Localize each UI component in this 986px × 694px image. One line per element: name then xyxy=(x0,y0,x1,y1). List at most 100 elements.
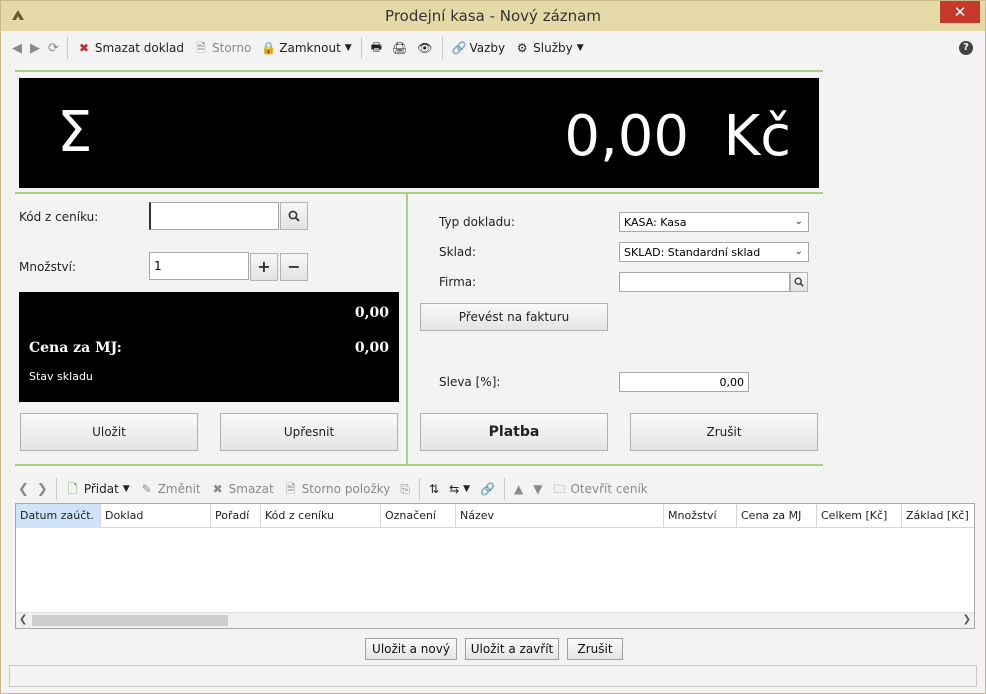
code-input[interactable] xyxy=(149,202,279,230)
back-arrow-icon[interactable]: ◀ xyxy=(9,41,25,56)
delete-item-button[interactable]: ✖ Smazat xyxy=(207,477,278,501)
price-display: 0,00 Cena za MJ: 0,00 Stav skladu xyxy=(19,292,399,402)
increment-button[interactable]: + xyxy=(250,253,278,281)
items-table[interactable]: Datum zaúčt. Doklad Pořadí Kód z ceníku … xyxy=(15,503,975,629)
toolbar-separator xyxy=(55,478,57,500)
eye-icon[interactable]: 👁 xyxy=(413,36,436,60)
print-icon[interactable]: 🖶 xyxy=(367,36,386,60)
delete-item-label: Smazat xyxy=(228,482,274,496)
company-input[interactable] xyxy=(619,272,790,292)
chevron-down-icon: ▼ xyxy=(344,43,352,53)
open-pricelist-button[interactable]: 🗀 Otevřít ceník xyxy=(548,477,651,501)
window-title: Prodejní kasa - Nový záznam xyxy=(385,7,601,25)
column-header[interactable]: Název xyxy=(456,504,664,528)
document-type-value: KASA: Kasa xyxy=(624,216,687,229)
company-label: Firma: xyxy=(439,275,477,289)
open-pricelist-label: Otevřít ceník xyxy=(570,482,648,496)
chevron-down-icon: ▼ xyxy=(122,484,130,494)
print-preview-icon[interactable]: 🖨 xyxy=(388,36,411,60)
forward-arrow-icon[interactable]: ▶ xyxy=(27,41,43,56)
main-toolbar: ◀ ▶ ⟳ ✖ Smazat doklad 🗎 Storno 🔒 Zamknou… xyxy=(9,33,977,63)
save-and-new-button[interactable]: Uložit a nový xyxy=(365,638,457,660)
warehouse-value: SKLAD: Standardní sklad xyxy=(624,246,761,259)
scroll-right-icon[interactable]: ❯ xyxy=(963,614,971,625)
services-button[interactable]: ⚙ Služby ▼ xyxy=(511,36,588,60)
links-button[interactable]: 🔗 Vazby xyxy=(448,36,510,60)
warehouse-label: Sklad: xyxy=(439,245,476,259)
delete-document-button[interactable]: ✖ Smazat doklad xyxy=(73,36,188,60)
move-down-icon[interactable]: ▼ xyxy=(529,477,546,501)
convert-to-invoice-button[interactable]: Převést na fakturu xyxy=(420,303,608,331)
storno-items-label: Storno položky xyxy=(301,482,391,496)
add-item-label: Přidat xyxy=(83,482,119,496)
quantity-label: Množství: xyxy=(19,260,77,274)
storno-label: Storno xyxy=(211,41,252,55)
column-header[interactable]: Cena za MJ xyxy=(737,504,817,528)
title-bar: Prodejní kasa - Nový záznam ✕ xyxy=(1,1,985,31)
delete-document-label: Smazat doklad xyxy=(94,41,184,55)
document-type-select[interactable]: KASA: Kasa ⌄ xyxy=(619,212,809,232)
search-button[interactable] xyxy=(280,202,308,230)
column-header[interactable]: Pořadí xyxy=(211,504,261,528)
payment-button[interactable]: Platba xyxy=(420,413,608,451)
horizontal-scrollbar[interactable]: ❮ ❯ xyxy=(16,612,974,628)
toolbar-separator xyxy=(419,478,420,500)
decrement-button[interactable]: − xyxy=(280,253,308,281)
save-button[interactable]: Uložit xyxy=(20,413,198,451)
chevron-down-icon: ▼ xyxy=(576,43,584,53)
sort-icon[interactable]: ⇅ xyxy=(425,477,443,501)
quantity-input[interactable]: 1 xyxy=(149,252,249,280)
lock-button[interactable]: 🔒 Zamknout ▼ xyxy=(257,36,355,60)
refresh-icon[interactable]: ⟳ xyxy=(45,41,62,56)
lock-icon: 🔒 xyxy=(261,41,277,55)
column-header[interactable]: Množství xyxy=(664,504,737,528)
move-up-icon[interactable]: ▲ xyxy=(510,477,527,501)
discount-label: Sleva [%]: xyxy=(439,375,501,389)
sigma-symbol: Σ xyxy=(57,100,93,165)
delete-x-icon: ✖ xyxy=(212,482,223,496)
stock-status-label: Stav skladu xyxy=(29,370,93,383)
toolbar-separator xyxy=(441,37,443,59)
save-and-close-button[interactable]: Uložit a zavřít xyxy=(465,638,559,660)
chevron-down-icon: ⌄ xyxy=(794,216,803,227)
scroll-left-icon[interactable]: ❮ xyxy=(19,614,27,625)
footer-cancel-button[interactable]: Zrušit xyxy=(567,638,623,660)
window: Prodejní kasa - Nový záznam ✕ ◀ ▶ ⟳ ✖ Sm… xyxy=(0,0,986,694)
delete-x-icon: ✖ xyxy=(78,41,89,55)
column-header[interactable]: Kód z ceníku xyxy=(261,504,381,528)
column-header[interactable]: Datum zaúčt. xyxy=(16,504,101,528)
column-header[interactable]: Označení xyxy=(381,504,456,528)
gear-icon: ⚙ xyxy=(516,41,528,55)
company-search-button[interactable] xyxy=(790,272,808,292)
divider-line xyxy=(15,192,823,194)
storno-items-button[interactable]: 🗎 Storno položky xyxy=(280,477,395,501)
refine-button[interactable]: Upřesnit xyxy=(220,413,398,451)
links-label: Vazby xyxy=(469,41,506,55)
discount-input[interactable]: 0,00 xyxy=(619,372,749,392)
copy-icon[interactable]: ⎘ xyxy=(396,477,414,501)
column-header[interactable]: Celkem [Kč] xyxy=(817,504,902,528)
add-item-button[interactable]: 🗋 Přidat ▼ xyxy=(62,477,134,501)
table-header: Datum zaúčt. Doklad Pořadí Kód z ceníku … xyxy=(16,504,974,528)
toolbar-separator xyxy=(360,37,362,59)
total-currency: Kč xyxy=(723,104,791,169)
back-arrow-icon[interactable]: ❮ xyxy=(15,482,32,497)
column-header[interactable]: Základ [Kč] xyxy=(902,504,974,528)
services-label: Služby xyxy=(533,41,573,55)
link-icon[interactable]: 🔗 xyxy=(476,477,499,501)
swap-icon[interactable]: ⇆ ▼ xyxy=(445,477,474,501)
document-icon: 🗎 xyxy=(285,482,296,496)
column-header[interactable]: Doklad xyxy=(101,504,211,528)
items-toolbar: ❮ ❯ 🗋 Přidat ▼ ✎ Změnit ✖ Smazat 🗎 Storn… xyxy=(15,477,975,501)
close-button[interactable]: ✕ xyxy=(940,1,980,23)
scrollbar-thumb[interactable] xyxy=(32,615,228,626)
folder-icon: 🗀 xyxy=(553,482,566,496)
edit-item-label: Změnit xyxy=(157,482,201,496)
forward-arrow-icon[interactable]: ❯ xyxy=(34,482,51,497)
toolbar-separator xyxy=(66,37,68,59)
warehouse-select[interactable]: SKLAD: Standardní sklad ⌄ xyxy=(619,242,809,262)
storno-button[interactable]: 🗎 Storno xyxy=(190,36,255,60)
help-icon[interactable]: ? xyxy=(959,41,973,55)
edit-item-button[interactable]: ✎ Změnit xyxy=(136,477,205,501)
cancel-button[interactable]: Zrušit xyxy=(630,413,818,451)
